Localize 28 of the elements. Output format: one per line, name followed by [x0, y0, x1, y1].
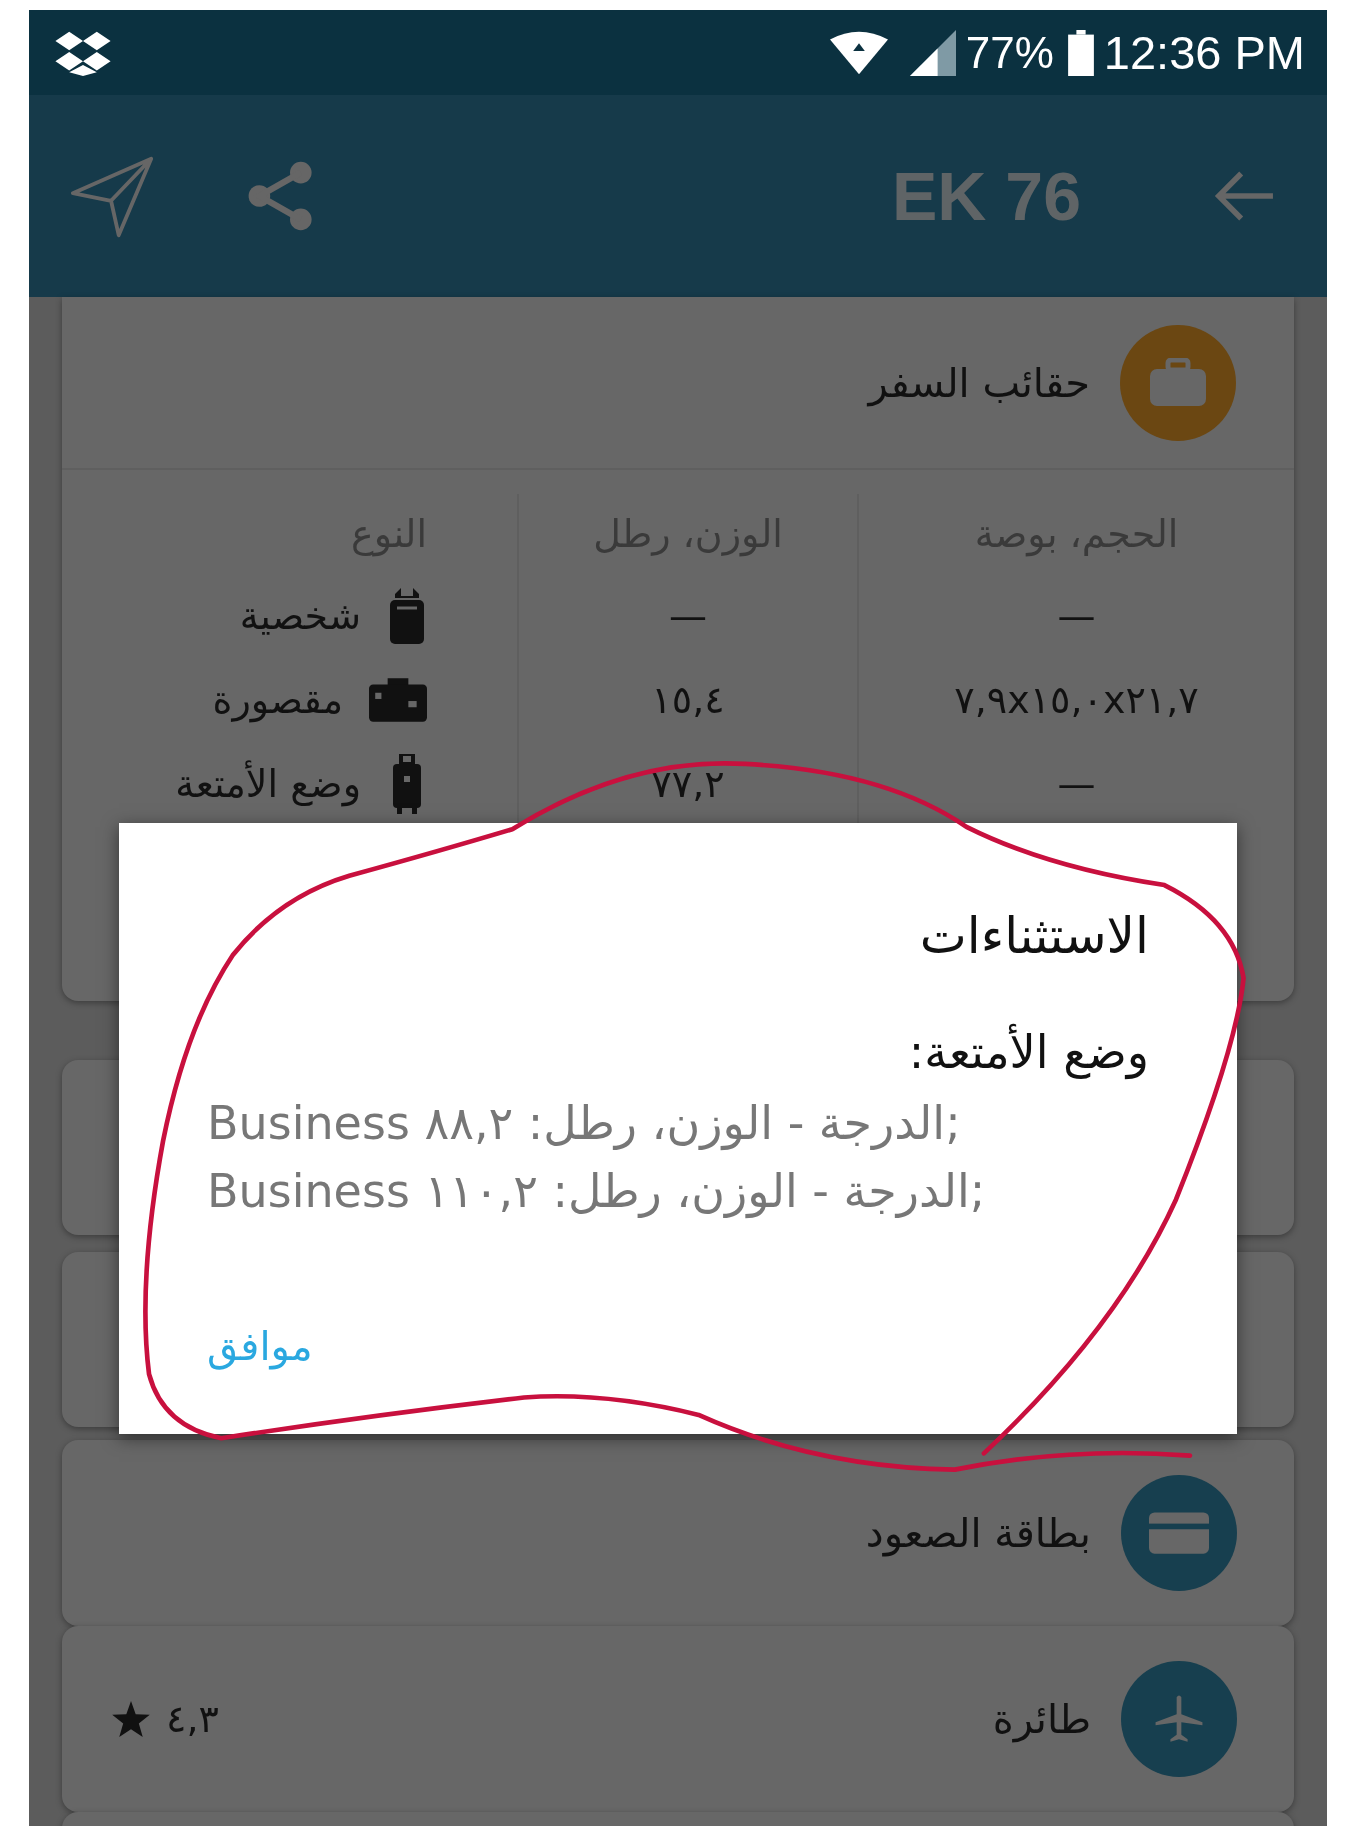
- table-cell: وضع الأمتعة: [175, 762, 361, 806]
- card-title: طائرة: [992, 1696, 1091, 1742]
- table-cell: ١٥,٤: [517, 658, 857, 742]
- exception-line: Business الدرجة - الوزن، رطل: ٨٨,٢;: [207, 1095, 962, 1153]
- dropbox-icon: [55, 29, 111, 76]
- clock-time: 12:36 PM: [1103, 25, 1305, 80]
- battery-percentage: 77%: [965, 27, 1054, 78]
- wifi-icon: [829, 30, 888, 75]
- star-icon: [112, 1701, 150, 1737]
- exception-line: Business الدرجة - الوزن، رطل: ١١٠,٢;: [207, 1163, 987, 1221]
- dialog-subtitle: وضع الأمتعة:: [907, 1025, 1149, 1079]
- card-title: حقائب السفر: [868, 359, 1090, 406]
- table-cell: —: [517, 574, 857, 658]
- table-cell: شخصية: [239, 594, 361, 638]
- backpack-icon: [387, 586, 427, 646]
- list-card[interactable]: بطاقة الصعود: [62, 1440, 1294, 1626]
- suitcase-icon: [369, 678, 427, 722]
- flight-title: EK 76: [892, 157, 1081, 235]
- list-card[interactable]: طائرة ٤,٣: [62, 1626, 1294, 1812]
- table-cell: ٧,٩x١٥,٠x٢١,٧: [857, 658, 1294, 742]
- battery-icon: [1067, 29, 1094, 76]
- signal-icon: [909, 29, 956, 76]
- dialog-title: الاستثناءات: [918, 907, 1149, 965]
- card-title: بطاقة الصعود: [865, 1510, 1091, 1556]
- rating-value: ٤,٣: [166, 1697, 219, 1741]
- ok-button[interactable]: موافق: [193, 1315, 327, 1377]
- table-cell: مقصورة: [212, 678, 343, 722]
- table-cell: —: [857, 574, 1294, 658]
